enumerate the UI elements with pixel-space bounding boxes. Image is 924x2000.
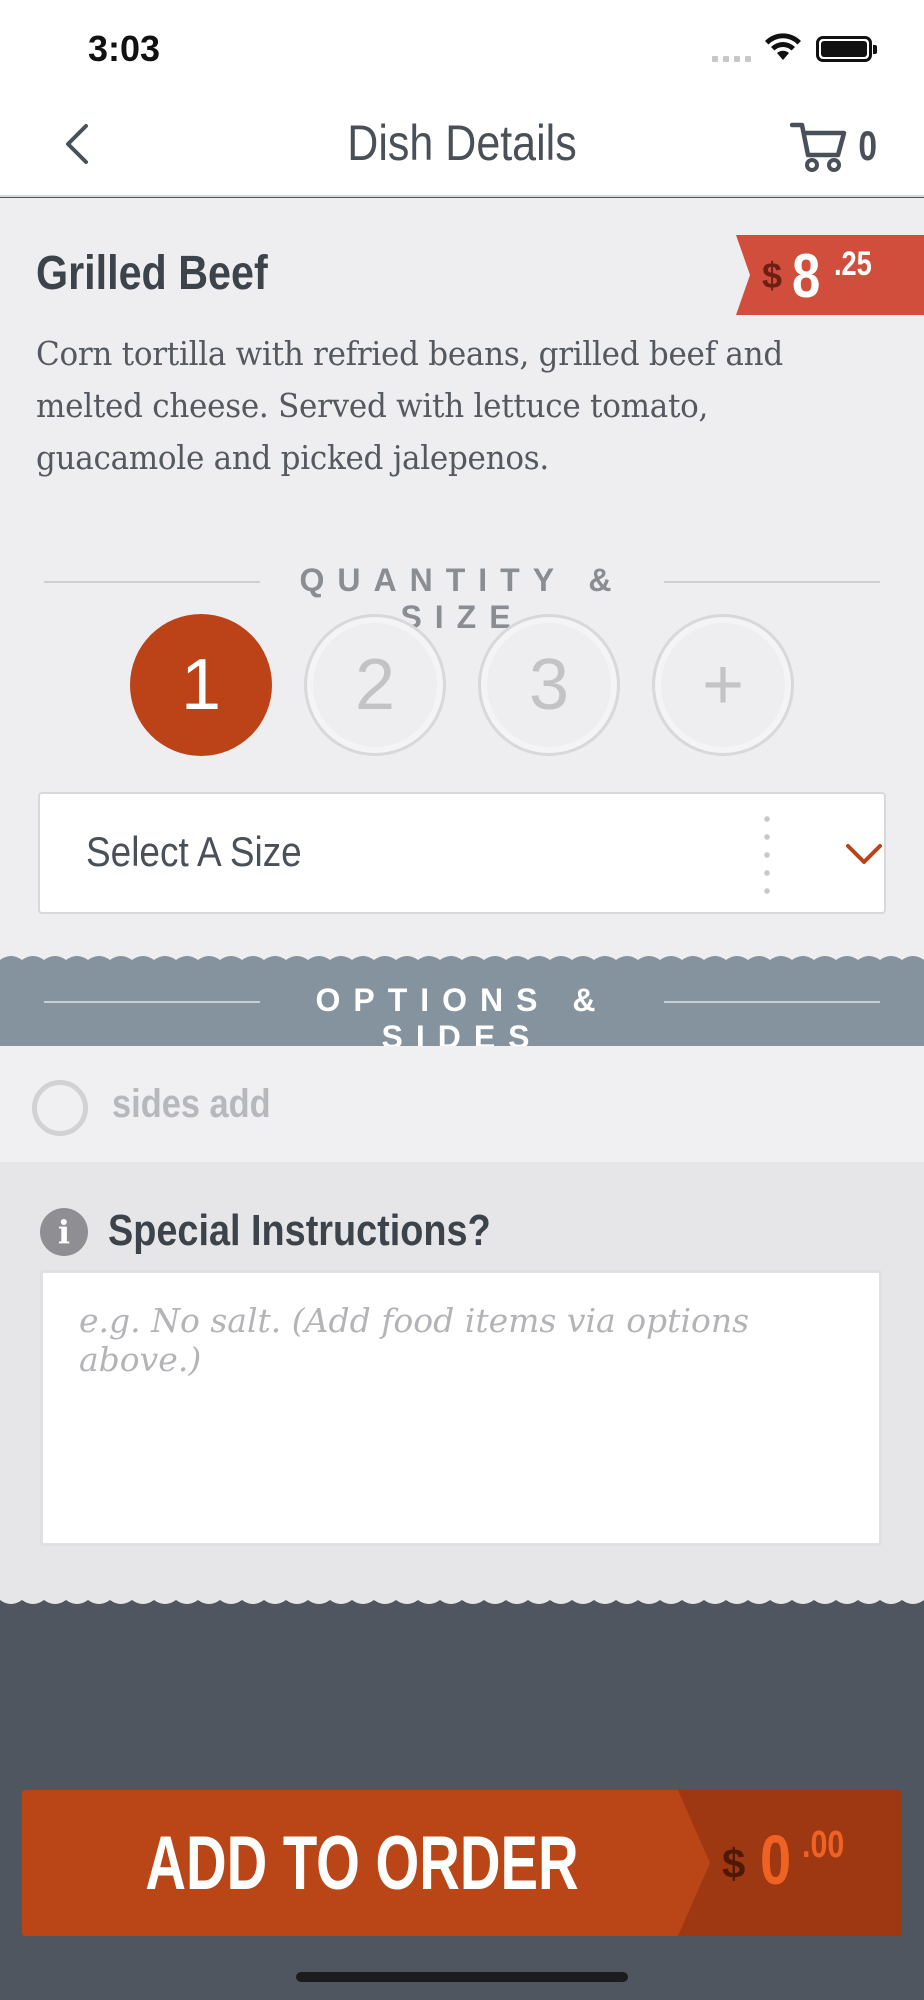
info-icon: i [40, 1208, 88, 1256]
quantity-option-2[interactable]: 2 [304, 614, 446, 756]
option-radio[interactable] [32, 1080, 88, 1136]
order-total-dollars: 0 [760, 1821, 792, 1899]
wifi-icon [765, 33, 801, 60]
page-title: Dish Details [347, 115, 577, 171]
price-tag: $ 8 .25 [736, 235, 924, 315]
dish-description: Corn tortilla with refried beans, grille… [36, 334, 783, 477]
price-dollars: 8 [792, 242, 821, 311]
cart-icon [790, 122, 847, 172]
dropdown-separator [764, 810, 770, 900]
options-sides-heading: OPTIONS & SIDES [315, 982, 609, 1055]
price-cents: .25 [834, 245, 872, 283]
order-total: $ 0 .00 [678, 1790, 902, 1936]
quantity-selector: 1 2 3 + [130, 614, 794, 756]
order-total-currency: $ [722, 1840, 746, 1887]
size-dropdown-value: Select A Size [86, 828, 302, 875]
quantity-size-divider: QUANTITY & SIZE [44, 562, 880, 635]
cart-button[interactable]: 0 [790, 116, 879, 176]
order-total-cents: .00 [802, 1824, 845, 1866]
option-label: sides add [112, 1082, 271, 1126]
price-currency: $ [762, 255, 783, 296]
option-sides-add[interactable]: sides add [0, 1046, 924, 1162]
dish-detail-panel: Grilled Beef $ 8 .25 Corn tortilla with … [0, 198, 924, 960]
special-instructions-title: Special Instructions? [108, 1206, 491, 1255]
options-sides-header: OPTIONS & SIDES [0, 960, 924, 1055]
special-instructions-section: i Special Instructions? [0, 1162, 924, 1600]
status-time: 3:03 [88, 28, 161, 69]
home-indicator [296, 1972, 628, 1982]
add-to-order-label: ADD TO ORDER [145, 1821, 579, 1906]
quantity-more-button[interactable]: + [652, 614, 794, 756]
battery-icon [816, 36, 877, 62]
cellular-signal-icon [712, 56, 751, 62]
size-dropdown[interactable]: Select A Size [38, 792, 886, 914]
footer-wave-divider [0, 1594, 924, 1604]
special-instructions-input[interactable] [79, 1301, 843, 1515]
cart-count-badge: 0 [858, 122, 878, 169]
special-instructions-box [40, 1270, 882, 1546]
quantity-option-3[interactable]: 3 [478, 614, 620, 756]
dish-name: Grilled Beef [36, 247, 268, 300]
add-to-order-button[interactable]: ADD TO ORDER $ 0 .00 [22, 1790, 902, 1936]
navigation-bar: Dish Details 0 [0, 96, 924, 197]
quantity-option-1[interactable]: 1 [130, 614, 272, 756]
chevron-down-icon [846, 844, 882, 864]
status-bar: 3:03 [0, 0, 924, 96]
